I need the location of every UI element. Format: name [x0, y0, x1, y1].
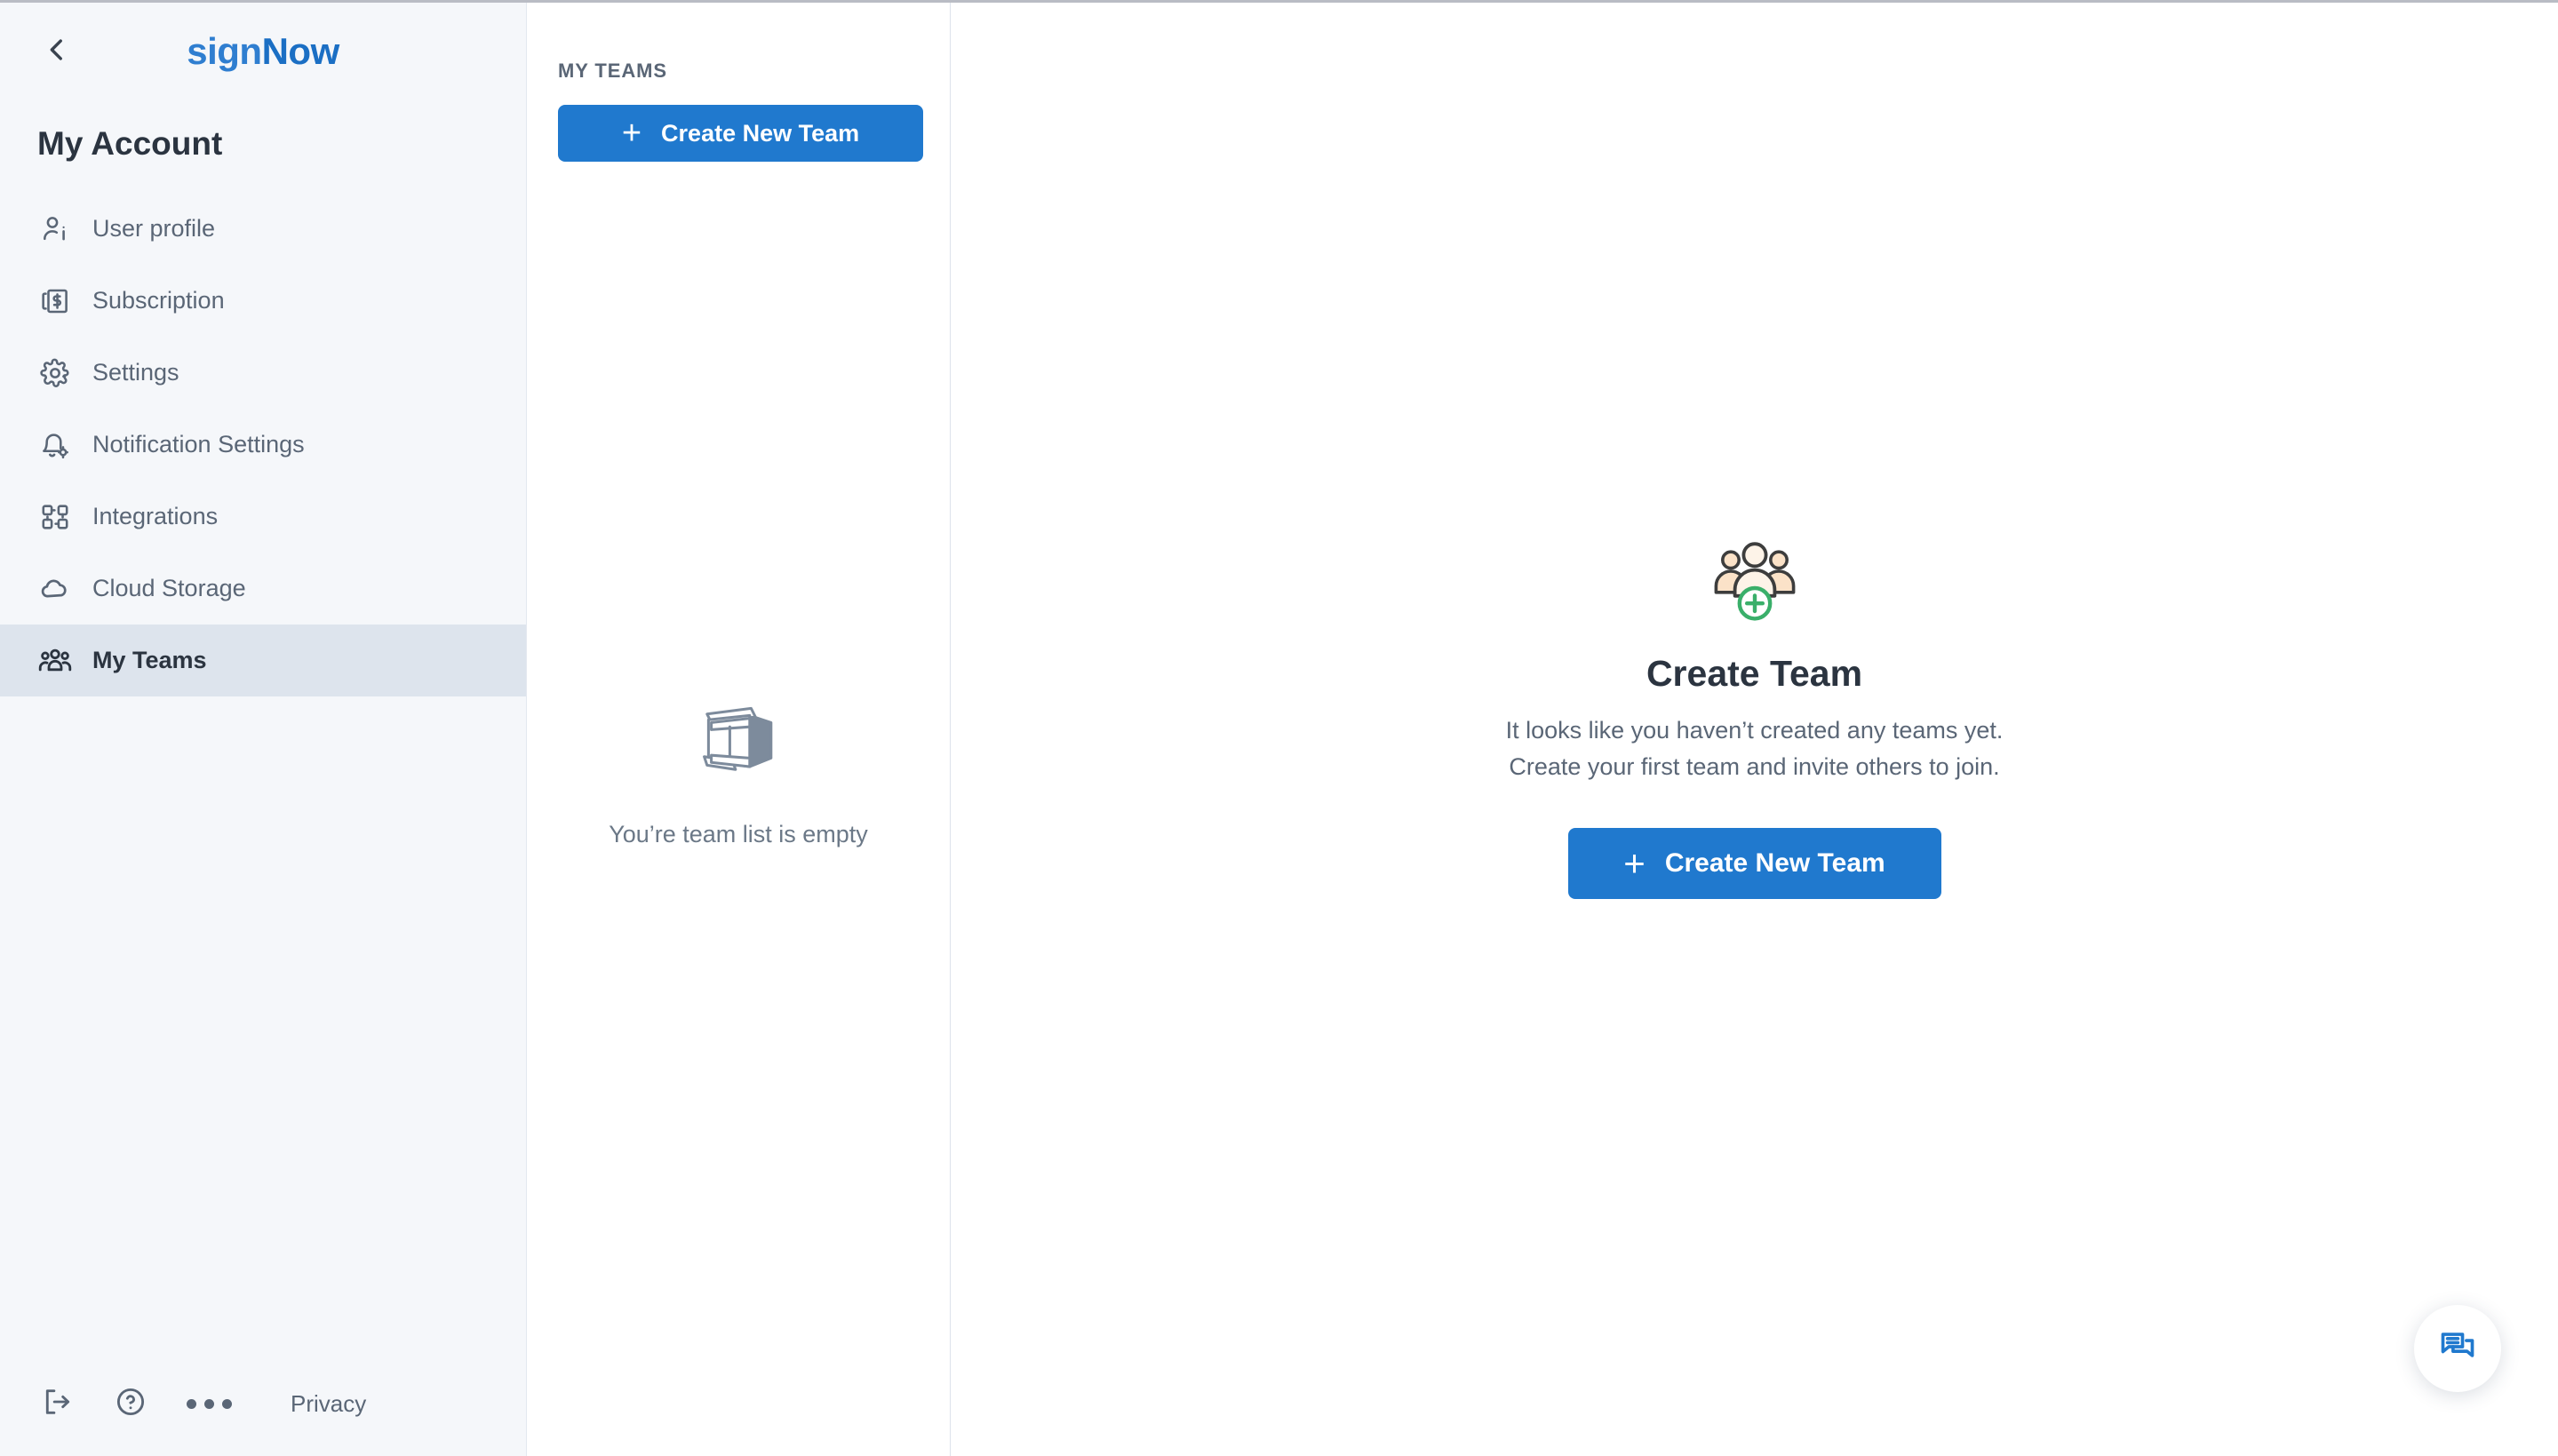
sidebar-item-subscription[interactable]: Subscription — [0, 265, 526, 337]
teams-list-empty-caption: You’re team list is empty — [609, 821, 868, 848]
add-team-group-icon — [1707, 540, 1803, 628]
logout-icon — [41, 1385, 75, 1423]
back-button[interactable] — [34, 28, 80, 75]
create-team-heading: Create Team — [1646, 653, 1862, 695]
sidebar-header: signNow — [0, 3, 526, 100]
help-circle-icon — [114, 1385, 147, 1423]
sidebar-item-label: Cloud Storage — [92, 575, 246, 602]
sidebar-item-settings[interactable]: Settings — [0, 337, 526, 409]
brand-logo-part2: Now — [262, 30, 339, 72]
invoice-dollar-icon — [37, 283, 73, 319]
sidebar-item-label: My Teams — [92, 647, 207, 674]
logout-button[interactable] — [37, 1383, 78, 1424]
create-team-description: It looks like you haven’t created any te… — [1506, 712, 2004, 785]
sidebar-item-label: Integrations — [92, 503, 218, 530]
help-button[interactable] — [110, 1383, 151, 1424]
bell-gear-icon — [37, 427, 73, 463]
page-title: My Account — [0, 100, 526, 193]
empty-open-box-icon — [692, 696, 785, 785]
sidebar-item-label: User profile — [92, 215, 215, 243]
chat-bubbles-icon — [2438, 1327, 2477, 1371]
create-team-empty-state: Create Team It looks like you haven’t cr… — [951, 540, 2558, 899]
sidebar: signNow My Account User profile — [0, 3, 527, 1456]
chevron-left-icon — [42, 35, 72, 69]
sidebar-nav: User profile Subscription — [0, 193, 526, 696]
teams-list-empty-state: You’re team list is empty — [527, 696, 950, 848]
chat-support-button[interactable] — [2414, 1305, 2501, 1392]
cloud-icon — [37, 571, 73, 607]
create-new-team-button-label: Create New Team — [661, 120, 859, 147]
more-options-button[interactable] — [183, 1383, 235, 1424]
main-content: Create Team It looks like you haven’t cr… — [951, 3, 2558, 1456]
integrations-grid-icon — [37, 499, 73, 535]
gear-icon — [37, 355, 73, 391]
create-team-description-line2: Create your first team and invite others… — [1506, 749, 2004, 785]
sidebar-item-label: Subscription — [92, 287, 225, 314]
sidebar-item-user-profile[interactable]: User profile — [0, 193, 526, 265]
create-new-team-button-label: Create New Team — [1665, 848, 1885, 879]
teams-group-icon — [37, 643, 73, 679]
sidebar-item-integrations[interactable]: Integrations — [0, 481, 526, 553]
create-new-team-button-main[interactable]: + Create New Team — [1568, 828, 1941, 899]
sidebar-footer: Privacy — [0, 1351, 526, 1456]
sidebar-item-notification-settings[interactable]: Notification Settings — [0, 409, 526, 481]
brand-logo[interactable]: signNow — [80, 30, 446, 73]
app-root: signNow My Account User profile — [0, 0, 2558, 1456]
plus-icon: + — [622, 116, 641, 150]
create-team-description-line1: It looks like you haven’t created any te… — [1506, 712, 2004, 749]
teams-list-section-title: MY TEAMS — [558, 3, 919, 83]
plus-icon: + — [1623, 845, 1646, 882]
create-new-team-button-sidebar[interactable]: + Create New Team — [558, 105, 923, 162]
privacy-link[interactable]: Privacy — [291, 1390, 366, 1418]
teams-list-panel: MY TEAMS + Create New Team — [527, 3, 951, 1456]
user-info-icon — [37, 211, 73, 247]
sidebar-item-label: Notification Settings — [92, 431, 305, 458]
sidebar-item-label: Settings — [92, 359, 179, 386]
sidebar-item-cloud-storage[interactable]: Cloud Storage — [0, 553, 526, 625]
sidebar-item-my-teams[interactable]: My Teams — [0, 625, 526, 696]
ellipsis-icon — [187, 1399, 232, 1409]
brand-logo-part1: sign — [187, 30, 261, 72]
